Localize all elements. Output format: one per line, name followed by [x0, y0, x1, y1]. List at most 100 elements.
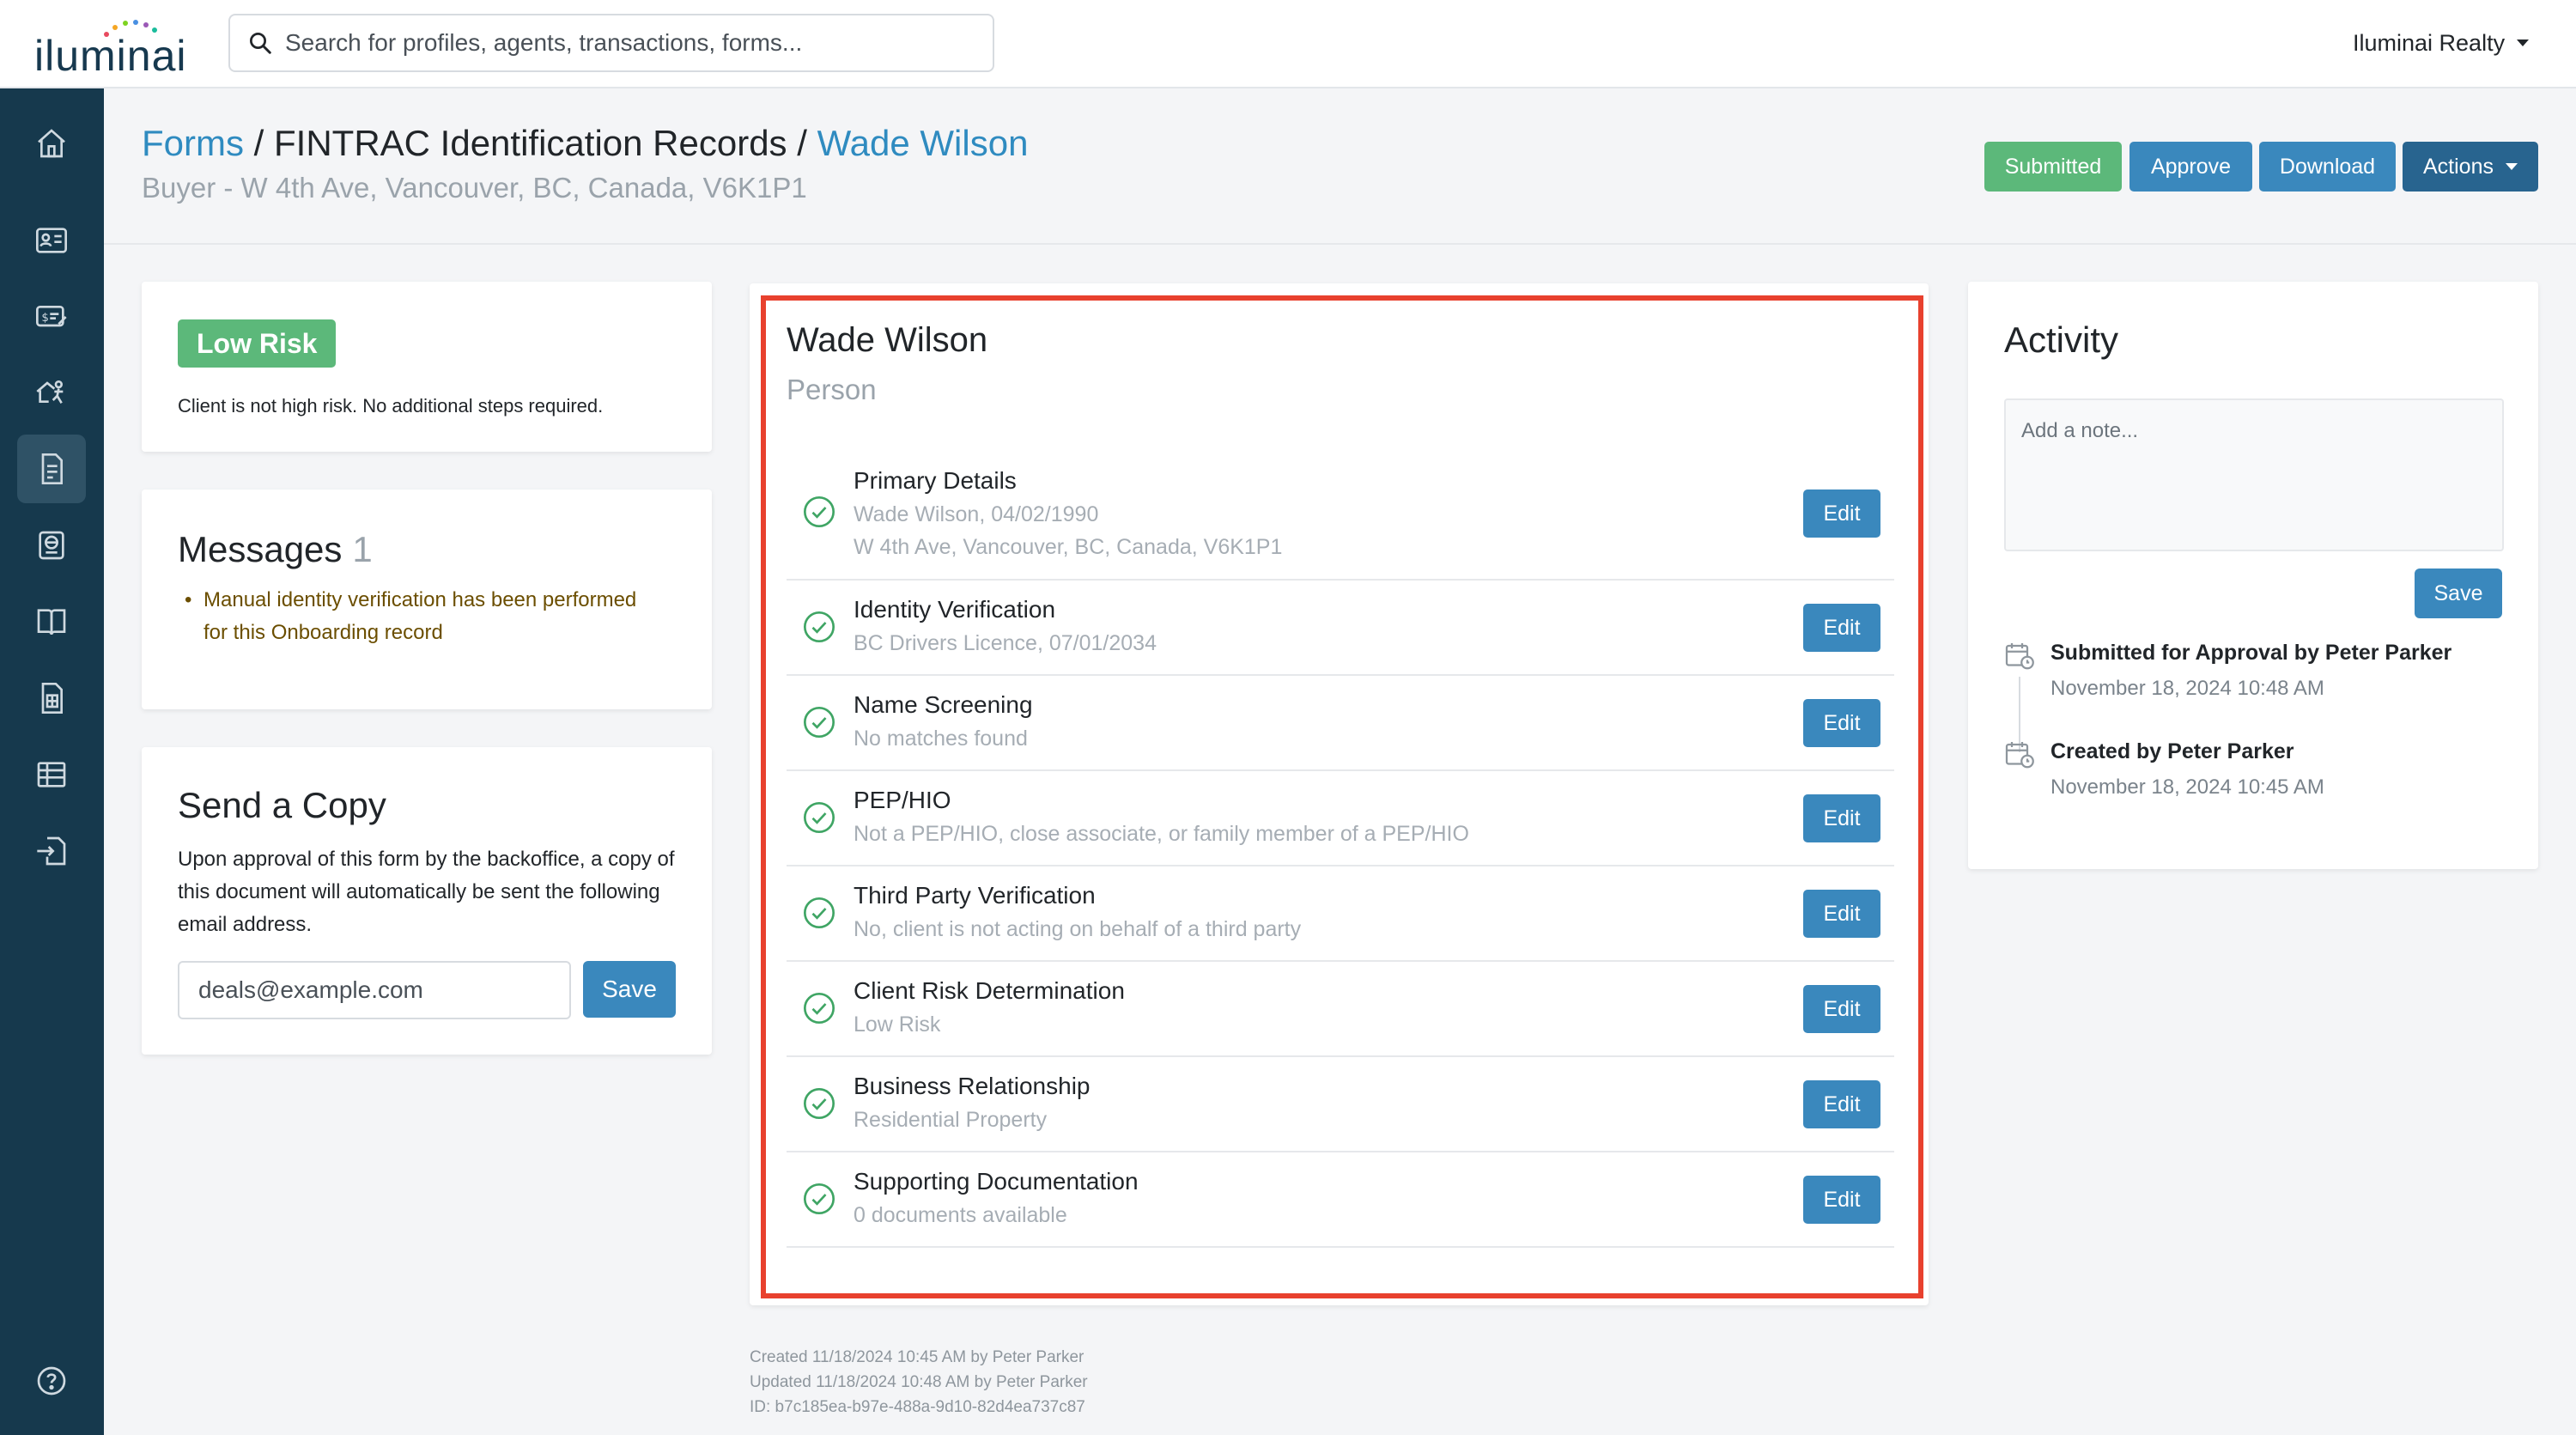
check-circle-icon — [804, 611, 835, 642]
section-detail: No matches found — [854, 727, 1028, 751]
edit-identity-verification-button[interactable]: Edit — [1803, 604, 1880, 652]
chevron-down-icon — [2517, 40, 2530, 46]
actions-label: Actions — [2423, 154, 2494, 179]
person-type: Person — [787, 374, 877, 405]
section-row-primary-details: Primary Details Wade Wilson, 04/02/1990 … — [787, 459, 1894, 581]
messages-title-text: Messages — [178, 529, 343, 569]
search-input[interactable] — [285, 29, 989, 57]
library-icon[interactable] — [17, 587, 86, 656]
org-name: Iluminai Realty — [2353, 29, 2506, 56]
send-copy-save-button[interactable]: Save — [583, 961, 676, 1018]
help-icon[interactable] — [17, 1347, 86, 1415]
breadcrumb-forms-link[interactable]: Forms — [142, 123, 244, 163]
section-title: Business Relationship — [854, 1073, 1091, 1099]
section-title: Client Risk Determination — [854, 977, 1125, 1004]
breadcrumb: Forms / FINTRAC Identification Records /… — [142, 123, 1028, 164]
section-title: PEP/HIO — [854, 787, 951, 813]
table-icon[interactable] — [17, 740, 86, 809]
import-icon[interactable] — [17, 817, 86, 885]
record-metadata: Created 11/18/2024 10:45 AM by Peter Par… — [750, 1345, 1088, 1420]
messages-title: Messages 1 — [178, 529, 373, 570]
page-subtitle: Buyer - W 4th Ave, Vancouver, BC, Canada… — [142, 172, 807, 204]
check-circle-icon — [804, 496, 835, 527]
section-row-supporting-documentation: Supporting Documentation 0 documents ava… — [787, 1152, 1894, 1248]
approve-button[interactable]: Approve — [2129, 142, 2252, 192]
forms-icon[interactable] — [17, 435, 86, 503]
profile-card-icon[interactable] — [17, 206, 86, 275]
activity-title: Activity — [2004, 319, 2119, 360]
record-id: ID: b7c185ea-b97e-488a-9d10-82d4ea737c87 — [750, 1398, 1085, 1416]
page-header: Forms / FINTRAC Identification Records /… — [104, 88, 2576, 245]
sidebar: $ — [0, 88, 104, 1435]
section-detail: W 4th Ave, Vancouver, BC, Canada, V6K1P1 — [854, 535, 1283, 559]
activity-entry-time: November 18, 2024 10:48 AM — [2050, 677, 2324, 700]
breadcrumb-current[interactable]: Wade Wilson — [817, 123, 1029, 163]
risk-card: Low Risk Client is not high risk. No add… — [142, 282, 712, 452]
breadcrumb-section: FINTRAC Identification Records — [274, 123, 787, 163]
check-circle-icon — [804, 897, 835, 928]
breadcrumb-separator: / — [253, 123, 264, 163]
top-bar: iluminai Iluminai Realty — [0, 0, 2576, 88]
risk-description: Client is not high risk. No additional s… — [178, 395, 604, 417]
section-title: Supporting Documentation — [854, 1168, 1139, 1195]
section-row-client-risk-determination: Client Risk Determination Low Risk Edit — [787, 962, 1894, 1057]
send-copy-title: Send a Copy — [178, 785, 386, 825]
note-save-button[interactable]: Save — [2415, 569, 2502, 618]
section-title: Identity Verification — [854, 596, 1056, 623]
note-input[interactable] — [2004, 398, 2504, 551]
activity-entry-title: Created by Peter Parker — [2050, 739, 2294, 763]
section-detail: Residential Property — [854, 1108, 1048, 1132]
send-copy-description: Upon approval of this form by the backof… — [178, 848, 675, 936]
risk-badge: Low Risk — [178, 319, 337, 368]
edit-supporting-documentation-button[interactable]: Edit — [1803, 1176, 1880, 1224]
svg-text:$: $ — [41, 312, 48, 325]
edit-pep-hio-button[interactable]: Edit — [1803, 794, 1880, 842]
section-detail: Not a PEP/HIO, close associate, or famil… — [854, 822, 1469, 846]
calendar-icon — [2005, 643, 2034, 670]
check-circle-icon — [804, 1183, 835, 1214]
reports-icon[interactable] — [17, 664, 86, 733]
edit-primary-details-button[interactable]: Edit — [1803, 489, 1880, 538]
breadcrumb-separator: / — [797, 123, 807, 163]
messages-count: 1 — [352, 529, 373, 569]
send-copy-card: Send a Copy Upon approval of this form b… — [142, 747, 712, 1055]
activity-card: Activity Save Submitted for Approval by … — [1968, 282, 2538, 869]
download-button[interactable]: Download — [2259, 142, 2396, 192]
edit-client-risk-button[interactable]: Edit — [1803, 985, 1880, 1033]
section-detail: No, client is not acting on behalf of a … — [854, 917, 1302, 941]
compliance-icon[interactable] — [17, 511, 86, 580]
person-name: Wade Wilson — [787, 321, 988, 359]
home-icon[interactable] — [17, 109, 86, 178]
message-item: Manual identity verification has been pe… — [204, 588, 637, 644]
section-row-name-screening: Name Screening No matches found Edit — [787, 676, 1894, 771]
property-agent-icon[interactable] — [17, 357, 86, 426]
actions-dropdown-button[interactable]: Actions — [2403, 142, 2538, 192]
global-search[interactable] — [228, 14, 994, 72]
activity-entry-time: November 18, 2024 10:45 AM — [2050, 775, 2324, 799]
section-title: Third Party Verification — [854, 882, 1096, 909]
calendar-icon — [2005, 742, 2034, 769]
brand-name: iluminai — [34, 32, 187, 80]
check-circle-icon — [804, 1088, 835, 1119]
email-field[interactable] — [178, 961, 571, 1019]
check-circle-icon — [804, 993, 835, 1024]
edit-business-relationship-button[interactable]: Edit — [1803, 1080, 1880, 1128]
section-detail: Low Risk — [854, 1012, 941, 1037]
edit-third-party-verification-button[interactable]: Edit — [1803, 890, 1880, 938]
section-row-identity-verification: Identity Verification BC Drivers Licence… — [787, 581, 1894, 676]
search-icon — [250, 33, 271, 54]
activity-entry-title: Submitted for Approval by Peter Parker — [2050, 641, 2452, 665]
section-row-third-party-verification: Third Party Verification No, client is n… — [787, 866, 1894, 962]
brand-logo[interactable]: iluminai — [34, 15, 197, 80]
edit-name-screening-button[interactable]: Edit — [1803, 699, 1880, 747]
created-meta: Created 11/18/2024 10:45 AM by Peter Par… — [750, 1348, 1084, 1366]
section-detail: BC Drivers Licence, 07/01/2034 — [854, 631, 1157, 655]
submitted-status-button[interactable]: Submitted — [1984, 142, 2122, 192]
messages-card: Messages 1 • Manual identity verification… — [142, 489, 712, 709]
section-detail: 0 documents available — [854, 1203, 1067, 1227]
transactions-icon[interactable]: $ — [17, 283, 86, 351]
org-switcher[interactable]: Iluminai Realty — [2353, 26, 2530, 60]
section-row-business-relationship: Business Relationship Residential Proper… — [787, 1057, 1894, 1152]
chevron-down-icon — [2505, 163, 2518, 170]
check-circle-icon — [804, 707, 835, 738]
